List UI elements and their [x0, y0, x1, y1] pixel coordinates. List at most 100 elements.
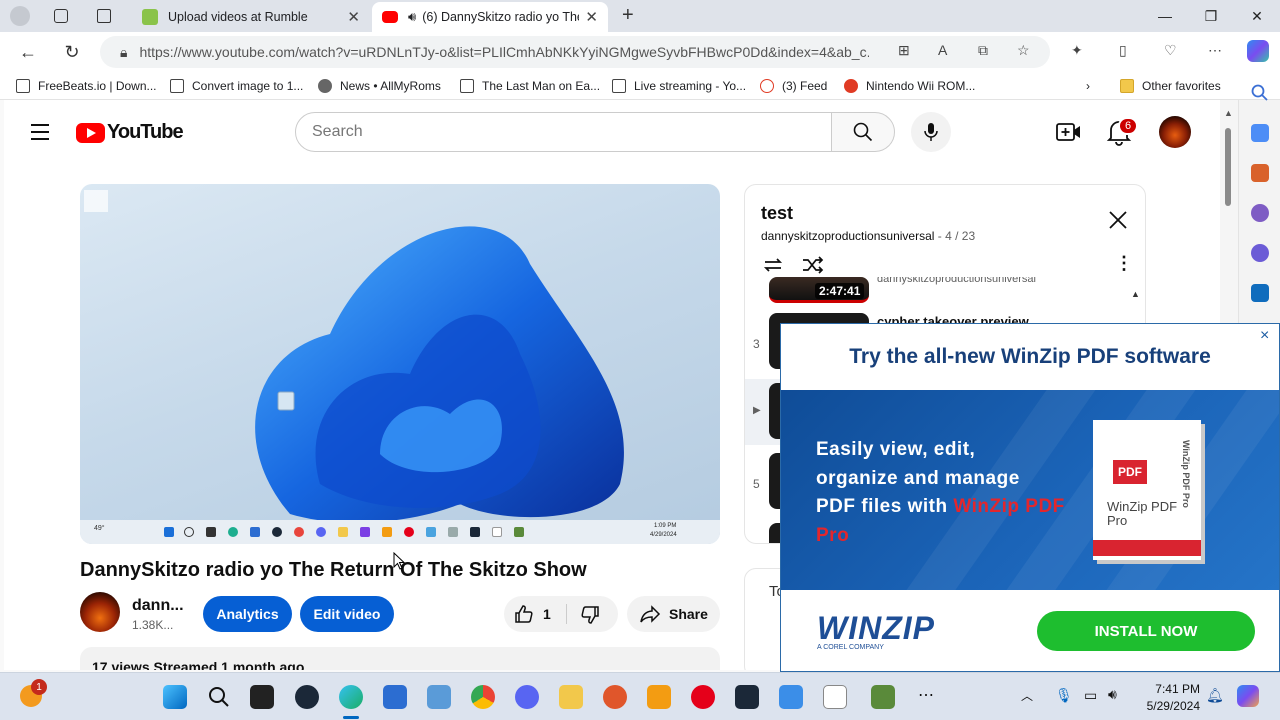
refresh-icon[interactable]: ↻: [58, 38, 86, 66]
favorite-allmyroms[interactable]: News • AllMyRoms: [318, 76, 441, 96]
back-icon[interactable]: ←: [14, 38, 42, 66]
split-screen-icon[interactable]: ▯: [1119, 42, 1127, 59]
windows-start-icon[interactable]: [163, 685, 187, 709]
discord-icon[interactable]: [515, 685, 539, 709]
favorite-nintendo-wii[interactable]: Nintendo Wii ROM...: [844, 76, 975, 96]
youtube-logo[interactable]: YouTube: [76, 121, 184, 144]
profile-icon[interactable]: [10, 6, 30, 26]
search-icon[interactable]: [1251, 84, 1269, 102]
tools-briefcase-icon[interactable]: [1251, 164, 1269, 182]
more-menu-icon[interactable]: ⋯: [1208, 42, 1222, 59]
favorite-star-icon[interactable]: ☆: [1017, 42, 1030, 59]
outlook-icon[interactable]: [1251, 284, 1269, 302]
taskbar-clock-time[interactable]: 7:41 PM: [1150, 682, 1200, 696]
scroll-thumb[interactable]: [1225, 128, 1231, 206]
read-aloud-icon[interactable]: A: [938, 42, 947, 58]
favorite-last-man[interactable]: The Last Man on Ea...: [460, 76, 600, 96]
notifications-bell-icon[interactable]: 🔔︎: [1206, 687, 1224, 704]
install-now-button[interactable]: INSTALL NOW: [1037, 611, 1255, 651]
close-tab-icon[interactable]: ✕: [585, 8, 598, 26]
opera-icon[interactable]: [691, 685, 715, 709]
microsoft-store-icon[interactable]: [383, 685, 407, 709]
copilot-icon[interactable]: [1237, 685, 1259, 707]
monitor-app-icon[interactable]: [427, 685, 451, 709]
menu-icon[interactable]: [31, 124, 49, 145]
tab-rumble[interactable]: Upload videos at Rumble ✕: [132, 2, 370, 32]
winzip-logo-subtitle: A COREL COMPANY: [817, 644, 884, 651]
page-icon: [612, 79, 626, 93]
channel-name[interactable]: dann...: [132, 597, 184, 615]
edge-icon[interactable]: [339, 685, 363, 709]
search-icon: [853, 122, 873, 142]
ad-close-icon[interactable]: ×: [1260, 327, 1269, 345]
immersive-reader-icon[interactable]: ⧉: [978, 42, 988, 59]
share-button[interactable]: Share: [627, 596, 720, 632]
video-frame-taskbar: 49° 1:09 PM 4/29/2024: [80, 520, 720, 544]
favorites-overflow-chevron-icon[interactable]: ›: [1086, 76, 1090, 96]
favorite-other[interactable]: Other favorites: [1120, 76, 1221, 96]
close-playlist-icon[interactable]: [1107, 209, 1129, 231]
restore-icon[interactable]: ❐: [1188, 0, 1234, 32]
speaker-icon[interactable]: 🔊︎: [408, 9, 416, 25]
headphones-app-icon[interactable]: [603, 685, 627, 709]
network-icon[interactable]: ▭: [1084, 687, 1097, 704]
channel-avatar[interactable]: [80, 592, 120, 632]
apps-icon[interactable]: ⊞: [898, 42, 910, 59]
taskbar-clock-date[interactable]: 5/29/2024: [1130, 699, 1200, 713]
product-box-label: WinZip PDF Pro: [1107, 499, 1178, 528]
shuffle-icon[interactable]: [801, 255, 825, 275]
like-divider: [566, 604, 567, 624]
new-tab-icon[interactable]: +: [622, 4, 634, 27]
search-icon[interactable]: [207, 685, 231, 709]
games-icon[interactable]: [1251, 204, 1269, 222]
steam-icon[interactable]: [295, 685, 319, 709]
edit-video-button[interactable]: Edit video: [300, 596, 394, 632]
playlist-more-icon[interactable]: ⋮: [1115, 253, 1133, 274]
like-thumb-icon[interactable]: [514, 604, 534, 624]
youtube-play-icon: [76, 122, 105, 143]
favorite-freebeats[interactable]: FreeBeats.io | Down...: [16, 76, 157, 96]
playlist-scroll-up-icon[interactable]: ▲: [1131, 289, 1140, 299]
favorite-live-streaming[interactable]: Live streaming - Yo...: [612, 76, 746, 96]
video-player[interactable]: 49° 1:09 PM 4/29/2024: [80, 184, 720, 544]
voice-search-button[interactable]: [911, 112, 951, 152]
file-explorer-icon[interactable]: [559, 685, 583, 709]
extensions-icon[interactable]: ✦: [1071, 42, 1083, 59]
search-button[interactable]: [831, 112, 895, 152]
analytics-button[interactable]: Analytics: [203, 596, 292, 632]
microphone-icon[interactable]: 🎙︎: [1055, 687, 1073, 704]
description-box[interactable]: 17 views Streamed 1 month ago: [80, 647, 720, 670]
account-avatar[interactable]: [1159, 116, 1191, 148]
close-tab-icon[interactable]: ✕: [347, 8, 360, 26]
favorite-feed[interactable]: (3) Feed: [760, 76, 827, 96]
dislike-thumb-icon[interactable]: [580, 605, 600, 625]
tray-overflow-chevron-icon[interactable]: ︿: [1021, 687, 1033, 704]
minimize-icon[interactable]: —: [1142, 0, 1188, 32]
winzip-ad-overlay[interactable]: Try the all-new WinZip PDF software × Ea…: [780, 323, 1280, 672]
task-view-icon[interactable]: [250, 685, 274, 709]
search-input[interactable]: Search: [295, 112, 832, 152]
more-apps-icon[interactable]: ⋯: [918, 685, 934, 705]
chrome-icon[interactable]: [471, 685, 495, 709]
close-window-icon[interactable]: ✕: [1234, 0, 1280, 32]
scroll-up-icon[interactable]: ▲: [1224, 108, 1233, 118]
obs-icon[interactable]: [735, 685, 759, 709]
create-video-icon[interactable]: [1056, 120, 1082, 144]
cloud-app-icon[interactable]: [779, 685, 803, 709]
playlist-owner[interactable]: dannyskitzoproductionsuniversal: [761, 229, 934, 243]
volume-icon[interactable]: 🔊︎: [1108, 686, 1117, 703]
player-temp-label: 49°: [94, 525, 105, 532]
workspaces-icon[interactable]: [54, 9, 68, 23]
favorite-convert-image[interactable]: Convert image to 1...: [170, 76, 303, 96]
media-player-icon[interactable]: [647, 685, 671, 709]
loop-icon[interactable]: [761, 255, 785, 275]
minecraft-icon[interactable]: [871, 685, 895, 709]
performance-icon[interactable]: ♡: [1164, 42, 1177, 59]
playlist-title[interactable]: test: [761, 203, 793, 224]
copilot-icon[interactable]: [1247, 40, 1269, 62]
shopping-tag-icon[interactable]: [1251, 124, 1269, 142]
tab-actions-icon[interactable]: [97, 9, 111, 23]
notepad-icon[interactable]: [823, 685, 847, 709]
tab-youtube[interactable]: 🔊︎ (6) DannySkitzo radio yo The Return O…: [372, 2, 608, 32]
microsoft365-icon[interactable]: [1251, 244, 1269, 262]
